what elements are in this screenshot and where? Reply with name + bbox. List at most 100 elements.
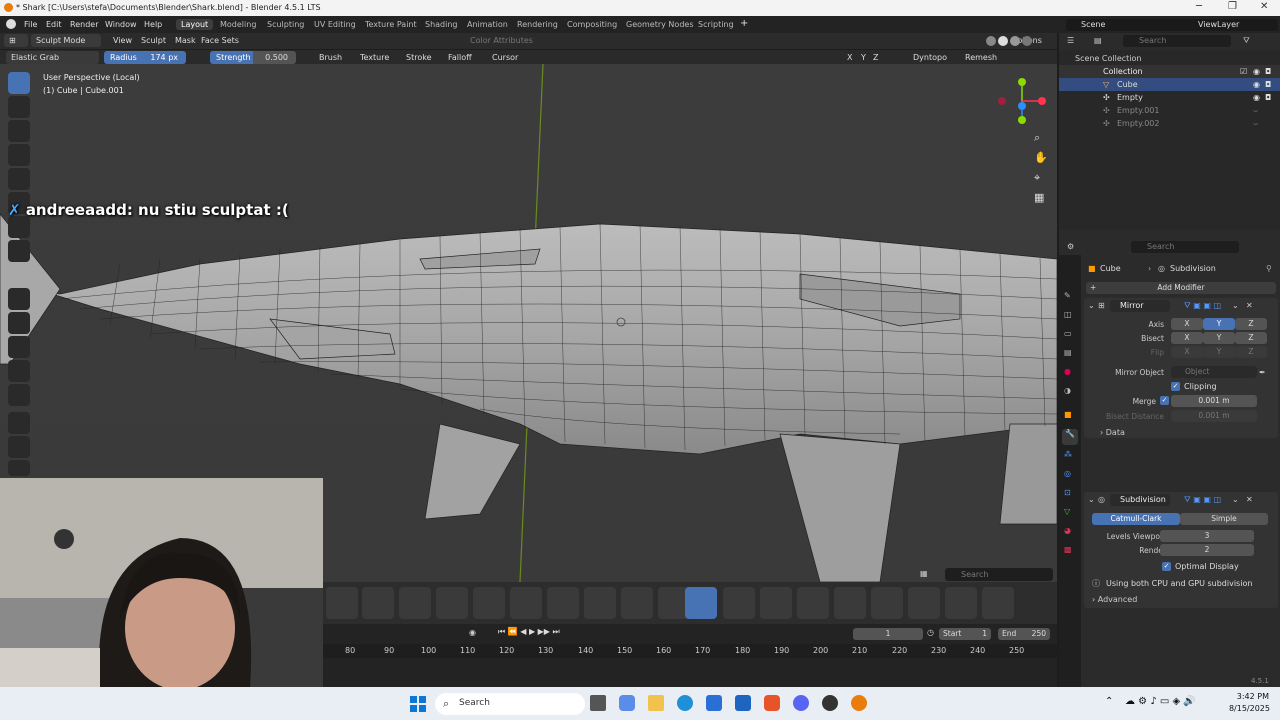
tab-texture-paint[interactable]: Texture Paint xyxy=(360,19,422,30)
cloth-filter-tool-icon[interactable] xyxy=(8,312,30,334)
tab-geometry-nodes[interactable]: Geometry Nodes xyxy=(621,19,698,30)
solid-shading-icon[interactable] xyxy=(998,36,1008,46)
flip-z-toggle[interactable]: Z xyxy=(1235,346,1267,358)
axis-y-toggle[interactable]: Y xyxy=(1203,318,1235,330)
outliner-item[interactable]: Scene Collection xyxy=(1059,52,1280,65)
brush-thumbnail[interactable] xyxy=(797,587,829,619)
scale-tool-icon[interactable] xyxy=(8,460,30,476)
brush-selector[interactable]: Elastic Grab xyxy=(6,51,99,64)
view-layer-selector[interactable]: ViewLayer xyxy=(1178,19,1278,31)
menu-file[interactable]: File xyxy=(24,20,37,29)
discord-icon[interactable] xyxy=(793,695,809,711)
outliner-item[interactable]: ✣ Empty ◉ ◘ xyxy=(1059,91,1280,104)
mirror-name-field[interactable]: Mirror xyxy=(1110,300,1170,312)
obs-icon[interactable] xyxy=(822,695,838,711)
catmull-clark-toggle[interactable]: Catmull-Clark xyxy=(1092,513,1180,525)
brush-thumbnail[interactable] xyxy=(547,587,579,619)
ortho-toggle-icon[interactable]: ▦ xyxy=(1034,191,1044,204)
levels-viewport-field[interactable]: 3 xyxy=(1160,530,1254,542)
bisect-z-toggle[interactable]: Z xyxy=(1235,332,1267,344)
clipping-checkbox[interactable]: ✓ xyxy=(1171,382,1180,391)
asset-grid-icon[interactable]: ▦ xyxy=(920,569,940,581)
tab-uv-editing[interactable]: UV Editing xyxy=(309,19,361,30)
modifier-tab-icon[interactable]: 🔧 xyxy=(1062,429,1078,445)
properties-editor-icon[interactable]: ⚙ xyxy=(1067,242,1074,251)
brush-thumbnail[interactable] xyxy=(871,587,903,619)
camera-view-icon[interactable]: ⌖ xyxy=(1034,171,1040,185)
texture-tab-icon[interactable]: ▩ xyxy=(1064,545,1072,554)
brush-thumbnail[interactable] xyxy=(436,587,468,619)
brush-thumbnail[interactable] xyxy=(473,587,505,619)
end-frame-field[interactable]: End 250 xyxy=(998,628,1050,640)
asset-search-input[interactable]: Search xyxy=(945,568,1053,581)
add-modifier-button[interactable]: + Add Modifier xyxy=(1086,282,1276,294)
camera-icon[interactable]: ◘ xyxy=(1265,67,1271,76)
brush-thumbnail[interactable] xyxy=(834,587,866,619)
optimal-display-checkbox[interactable]: ✓ xyxy=(1162,562,1171,571)
clock-date[interactable]: 8/15/2025 xyxy=(1222,704,1270,713)
mask-tool-icon[interactable] xyxy=(8,120,30,142)
dropdown-icon[interactable]: ⌄ xyxy=(1232,301,1239,310)
dyntopo-toggle[interactable]: Dyntopo xyxy=(908,51,952,64)
zoom-icon[interactable]: ⌕ xyxy=(1034,131,1040,145)
color-attributes[interactable]: Color Attributes xyxy=(465,34,538,47)
checkbox-icon[interactable]: ☑ xyxy=(1240,67,1247,76)
edge-icon[interactable] xyxy=(677,695,693,711)
brush-thumbnail[interactable] xyxy=(510,587,542,619)
tab-animation[interactable]: Animation xyxy=(462,19,513,30)
rendered-shading-icon[interactable] xyxy=(1022,36,1032,46)
particles-tab-icon[interactable]: ⁂ xyxy=(1064,450,1072,459)
camera-icon[interactable]: ◘ xyxy=(1265,93,1271,102)
brush-thumbnail[interactable] xyxy=(362,587,394,619)
merge-checkbox[interactable]: ✓ xyxy=(1160,396,1169,405)
menu-help[interactable]: Help xyxy=(144,20,162,29)
tab-scripting[interactable]: Scripting xyxy=(693,19,739,30)
box-mask-tool-icon[interactable] xyxy=(8,168,30,190)
axis-z-toggle[interactable]: Z xyxy=(1235,318,1267,330)
start-frame-field[interactable]: Start 1 xyxy=(939,628,991,640)
outliner-search-input[interactable]: Search xyxy=(1123,35,1231,47)
outliner-item[interactable]: Collection ☑ ◉ ◘ xyxy=(1059,65,1280,78)
copilot-icon[interactable] xyxy=(619,695,635,711)
blender-taskbar-icon[interactable] xyxy=(851,695,867,711)
dropdown-icon[interactable]: ⌄ xyxy=(1232,495,1239,504)
playback-controls[interactable]: ⏮ ⏪ ◀ ▶ ▶▶ ⏭ xyxy=(498,627,560,637)
tab-sculpting[interactable]: Sculpting xyxy=(262,19,309,30)
world-tab-icon[interactable]: ◑ xyxy=(1064,386,1071,395)
current-frame-field[interactable]: 1 xyxy=(853,628,923,640)
draw-tool-icon[interactable] xyxy=(8,96,30,118)
modifier-display-toggles[interactable]: ⛛ ▣ ▣ ◫ xyxy=(1184,301,1221,311)
filter-icon[interactable]: ⛛ xyxy=(1243,36,1250,46)
brush-thumbnail[interactable] xyxy=(908,587,940,619)
rotate-tool-icon[interactable] xyxy=(8,436,30,458)
axis-x-toggle[interactable]: X xyxy=(1171,318,1203,330)
menu-window[interactable]: Window xyxy=(105,20,137,29)
merge-distance-field[interactable]: 0.001 m xyxy=(1171,395,1257,407)
render-tab-icon[interactable]: ◫ xyxy=(1064,310,1072,319)
outlook-icon[interactable] xyxy=(735,695,751,711)
frame-ruler[interactable]: 80 90 100 110 120 130 140 150 160 170 18… xyxy=(323,644,1057,658)
tab-compositing[interactable]: Compositing xyxy=(562,19,622,30)
mirror-object-field[interactable]: Object xyxy=(1171,366,1257,378)
wireframe-shading-icon[interactable] xyxy=(986,36,996,46)
box-trim-tool-icon[interactable] xyxy=(8,216,30,238)
eye-icon[interactable]: ◉ xyxy=(1253,93,1260,102)
tray-overflow-icon[interactable]: ⌃ xyxy=(1105,696,1113,707)
close-icon[interactable]: ✕ xyxy=(1260,1,1268,12)
tab-rendering[interactable]: Rendering xyxy=(512,19,563,30)
physics-tab-icon[interactable]: ◎ xyxy=(1064,469,1071,478)
flip-x-toggle[interactable]: X xyxy=(1171,346,1203,358)
brush-thumbnail[interactable] xyxy=(723,587,755,619)
tray-icons[interactable]: ☁ ⚙ ♪ ▭ ◈ 🔊 xyxy=(1125,696,1196,707)
brush-thumbnail[interactable] xyxy=(982,587,1014,619)
flip-y-toggle[interactable]: Y xyxy=(1203,346,1235,358)
line-project-tool-icon[interactable] xyxy=(8,240,30,262)
object-tab-icon[interactable]: ■ xyxy=(1064,410,1072,419)
move-tool-icon[interactable] xyxy=(8,412,30,434)
output-tab-icon[interactable]: ▭ xyxy=(1064,329,1072,338)
task-view-icon[interactable] xyxy=(590,695,606,711)
shading-modes[interactable] xyxy=(986,36,1034,46)
color-filter-tool-icon[interactable] xyxy=(8,336,30,358)
outliner-editor-icon[interactable]: ☰ xyxy=(1067,36,1074,45)
outliner-item-selected[interactable]: ▽ Cube ◉ ◘ xyxy=(1059,78,1280,91)
